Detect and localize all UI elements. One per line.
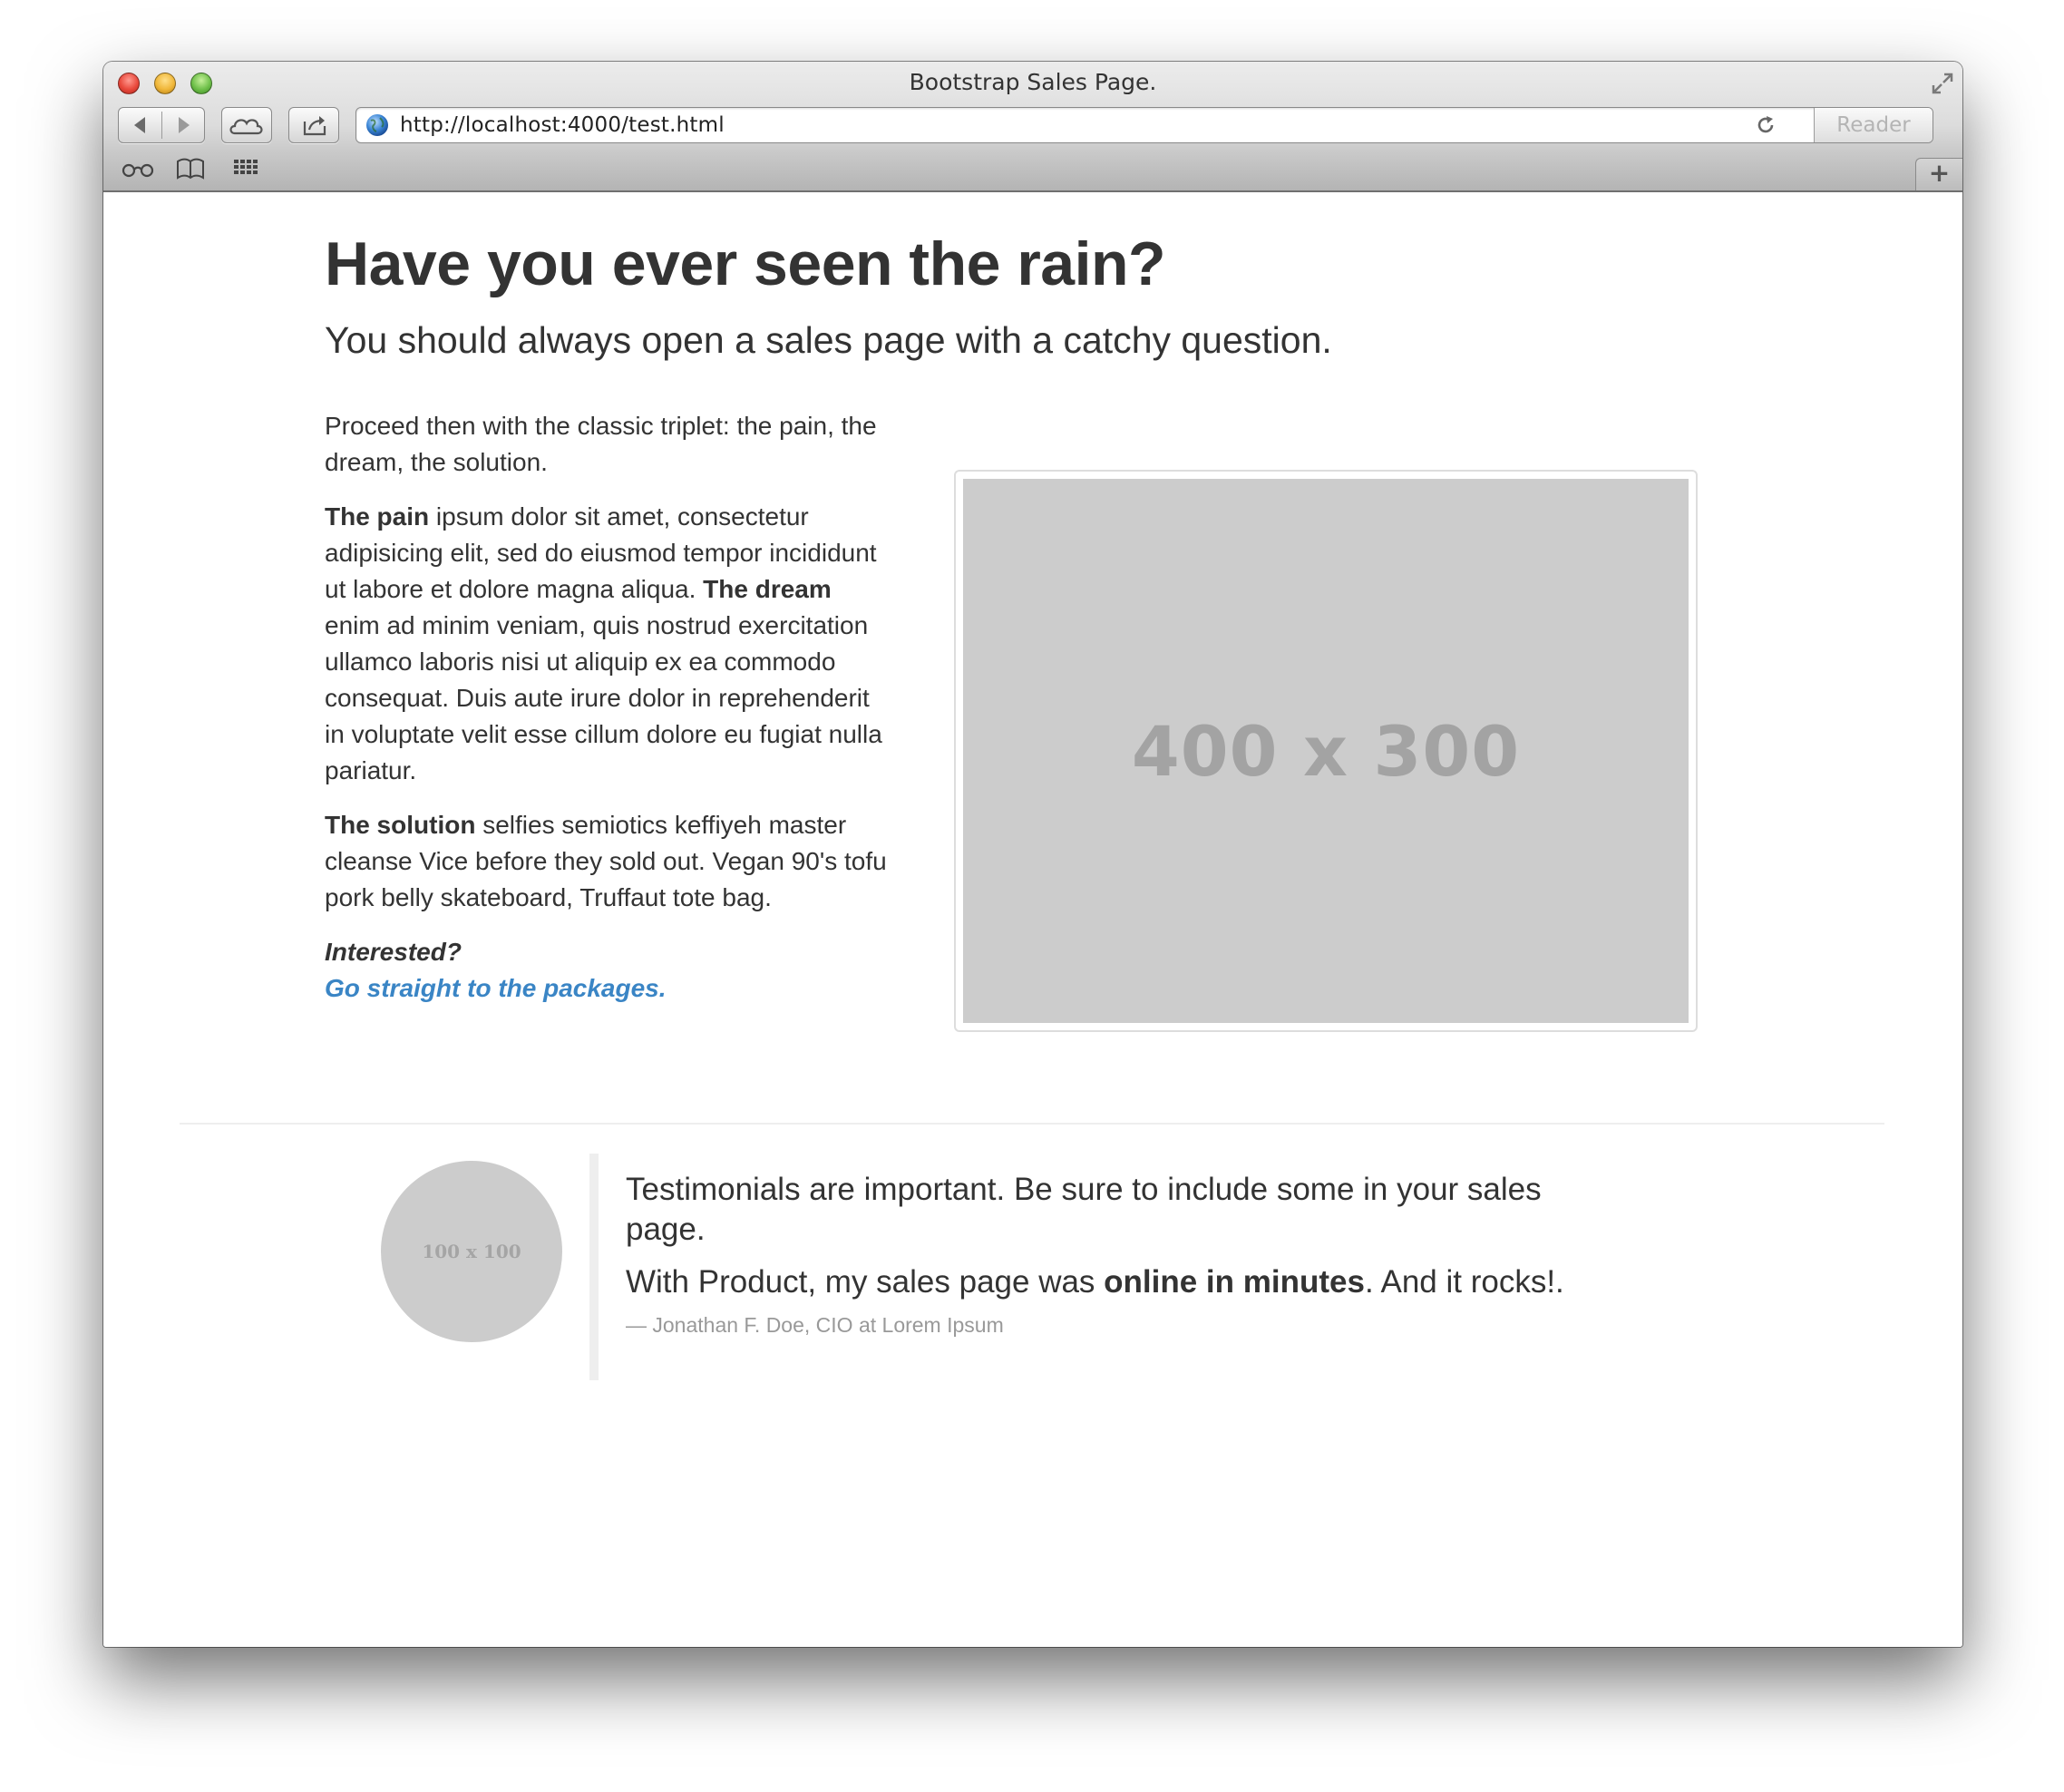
dream-text: enim ad minim veniam, quis nostrud exerc… — [325, 611, 882, 784]
cta-question: Interested? — [325, 938, 462, 966]
avatar-placeholder-label: 100 x 100 — [422, 1241, 521, 1262]
icloud-tabs-button[interactable] — [221, 107, 272, 143]
solution-label: The solution — [325, 811, 476, 839]
window-title: Bootstrap Sales Page. — [909, 69, 1157, 95]
testimonial-highlight: online in minutes — [1104, 1264, 1365, 1300]
packages-link[interactable]: Go straight to the packages. — [325, 970, 887, 1007]
cta-paragraph: Interested? Go straight to the packages. — [325, 934, 887, 1007]
url-text[interactable]: http://localhost:4000/test.html — [400, 113, 725, 137]
page-subheadline: You should always open a sales page with… — [325, 319, 1332, 361]
pain-dream-paragraph: The pain ipsum dolor sit amet, consectet… — [325, 499, 887, 789]
navigation-buttons — [118, 107, 205, 143]
address-bar[interactable]: http://localhost:4000/test.html Reader — [355, 107, 1933, 143]
reload-icon[interactable] — [1755, 114, 1777, 136]
new-tab-button[interactable]: + — [1915, 158, 1962, 190]
placeholder-image: 400 x 300 — [963, 479, 1689, 1023]
image-thumbnail: 400 x 300 — [954, 470, 1698, 1032]
reading-list-icon[interactable] — [120, 156, 156, 181]
top-sites-grid-icon[interactable] — [232, 156, 261, 181]
intro-paragraph: Proceed then with the classic triplet: t… — [325, 412, 877, 476]
divider — [180, 1123, 1884, 1125]
share-icon — [303, 116, 326, 136]
testimonial-line-2-start: With Product, my sales page was — [626, 1264, 1105, 1300]
forward-arrow-icon — [179, 117, 190, 133]
back-arrow-icon — [134, 117, 145, 133]
back-button[interactable] — [119, 108, 161, 142]
avatar: 100 x 100 — [381, 1161, 562, 1342]
dream-label: The dream — [703, 575, 832, 603]
placeholder-image-label: 400 x 300 — [1131, 710, 1521, 792]
testimonial-line-2: With Product, my sales page was online i… — [626, 1262, 1623, 1302]
share-button[interactable] — [288, 107, 339, 143]
testimonial-attribution: — Jonathan F. Doe, CIO at Lorem Ipsum — [626, 1313, 1004, 1337]
globe-icon — [366, 114, 388, 136]
testimonial-line-1: Testimonials are important. Be sure to i… — [626, 1172, 1542, 1247]
bookmarks-book-icon[interactable] — [174, 156, 207, 181]
forward-button[interactable] — [162, 108, 205, 142]
browser-window: Bootstrap Sales Page. http://localhost:4… — [103, 62, 1962, 1647]
pain-label: The pain — [325, 502, 430, 531]
page-headline: Have you ever seen the rain? — [325, 229, 1166, 298]
sales-copy: Proceed then with the classic triplet: t… — [325, 408, 887, 1025]
testimonial-quote: Testimonials are important. Be sure to i… — [589, 1154, 1623, 1380]
reader-button[interactable]: Reader — [1814, 108, 1933, 142]
testimonial-line-2-end: . And it rocks!. — [1364, 1264, 1564, 1300]
browser-toolbar: Bootstrap Sales Page. http://localhost:4… — [103, 62, 1962, 192]
cloud-icon — [229, 119, 263, 135]
page-content: Have you ever seen the rain? You should … — [103, 192, 1962, 1647]
solution-paragraph: The solution selfies semiotics keffiyeh … — [325, 807, 887, 916]
fullscreen-icon[interactable] — [1930, 71, 1955, 96]
